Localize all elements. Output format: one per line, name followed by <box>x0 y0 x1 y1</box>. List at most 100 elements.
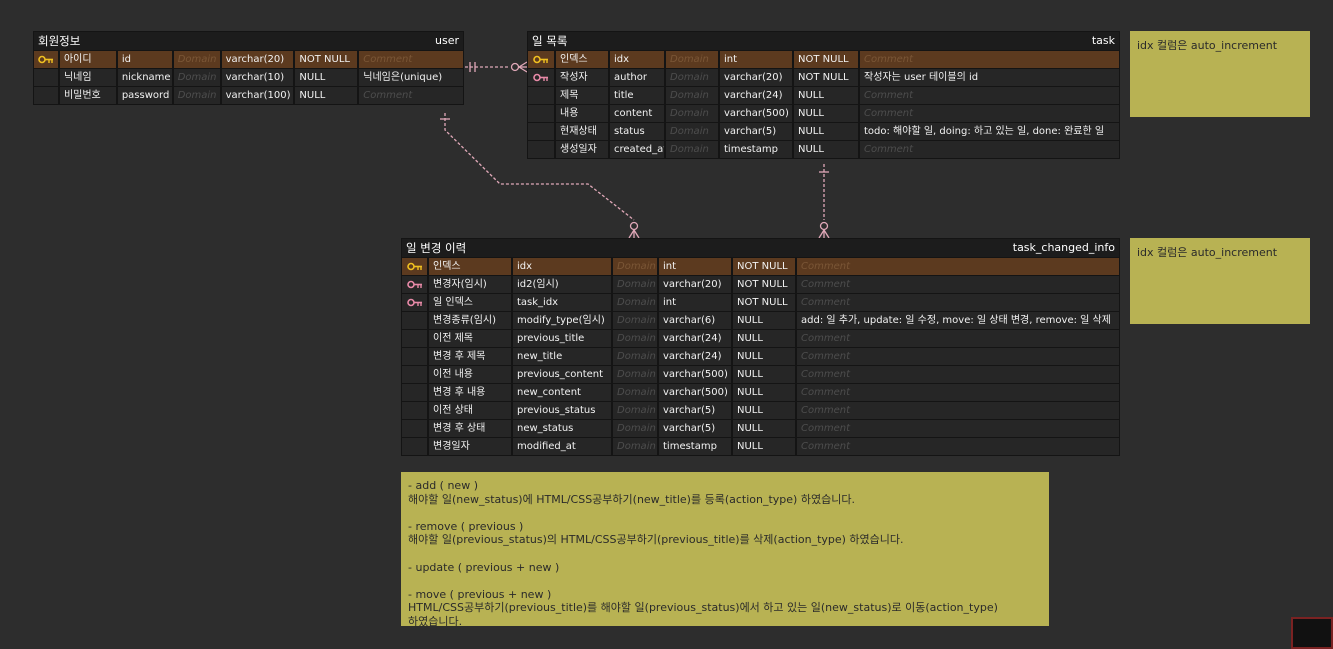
entity-columns: 인덱스 idx Domain int NOT NULL Comment 작성자 author D… <box>528 50 1119 158</box>
column-row[interactable]: 일 인덱스 task_idx Domain int NOT NULL Comment <box>402 293 1119 311</box>
column-key-cell <box>34 87 60 104</box>
column-key-cell <box>34 69 60 86</box>
column-row[interactable]: 이전 상태 previous_status Domain varchar(5) NULL… <box>402 401 1119 419</box>
column-key-cell <box>402 330 429 347</box>
column-row[interactable]: 내용 content Domain varchar(500) NULL Comment <box>528 104 1119 122</box>
column-row[interactable]: 변경일자 modified_at Domain timestamp NULL Commen… <box>402 437 1119 455</box>
column-comment: Comment <box>797 384 1119 401</box>
column-domain: Domain <box>173 69 222 86</box>
column-row[interactable]: 변경 후 제목 new_title Domain varchar(24) NULL Com… <box>402 347 1119 365</box>
memo-line <box>408 547 1042 561</box>
memo-line <box>408 574 1042 588</box>
column-row[interactable]: 변경종류(임시) modify_type(임시) Domain varchar(6) N… <box>402 311 1119 329</box>
column-data-type: varchar(100) <box>221 87 296 104</box>
column-data-type: timestamp <box>659 438 733 455</box>
pk-key-icon <box>533 55 548 64</box>
memo-line: - move ( previous + new ) <box>408 587 552 601</box>
column-data-type: varchar(5) <box>659 420 733 437</box>
column-key-cell <box>402 402 429 419</box>
column-key-cell <box>402 384 429 401</box>
column-comment: add: 일 추가, update: 일 수정, move: 일 상태 변경, … <box>797 312 1119 329</box>
column-physical-name: id <box>117 51 174 68</box>
column-nullable: NULL <box>794 87 860 104</box>
column-physical-name: new_status <box>513 420 613 437</box>
column-row[interactable]: 변경 후 내용 new_content Domain varchar(500) NULL… <box>402 383 1119 401</box>
column-comment: Comment <box>359 87 463 104</box>
column-row[interactable]: 비밀번호 password Domain varchar(100) NULL Commen… <box>34 86 463 104</box>
column-comment: Comment <box>860 105 1119 122</box>
column-domain: Domain <box>613 258 659 275</box>
relation-task-task-changed-info[interactable] <box>818 164 830 239</box>
column-domain: Domain <box>613 330 659 347</box>
entity-physical-name: task <box>1091 34 1115 47</box>
memo-history-idx-note[interactable]: idx 컬럼은 auto_increment <box>1130 238 1310 324</box>
column-data-type: varchar(500) <box>659 384 733 401</box>
relation-user-task[interactable] <box>465 61 528 73</box>
column-key-cell <box>402 258 429 275</box>
column-row[interactable]: 인덱스 idx Domain int NOT NULL Comment <box>528 50 1119 68</box>
entity-logical-name: 일 목록 <box>532 34 568 48</box>
entity-task[interactable]: 일 목록 task 인덱스 idx Domain int NOT NULL Comment… <box>527 31 1120 159</box>
column-logical-name: 현재상태 <box>556 123 610 140</box>
column-physical-name: idx <box>610 51 666 68</box>
column-logical-name: 변경 후 상태 <box>429 420 513 437</box>
column-key-cell <box>402 294 429 311</box>
column-nullable: NULL <box>733 330 797 347</box>
column-physical-name: author <box>610 69 666 86</box>
column-nullable: NULL <box>295 69 360 86</box>
entity-logical-name: 일 변경 이력 <box>406 241 467 255</box>
minimap[interactable] <box>1291 617 1333 649</box>
memo-action-notes[interactable]: - add ( new ) 해야할 일(new_status)에 HTML/CSS… <box>401 472 1049 628</box>
column-domain: Domain <box>666 69 720 86</box>
column-domain: Domain <box>173 51 222 68</box>
column-row[interactable]: 작성자 author Domain varchar(20) NOT NULL 작성자는 u… <box>528 68 1119 86</box>
column-nullable: NOT NULL <box>733 294 797 311</box>
column-domain: Domain <box>613 276 659 293</box>
column-domain: Domain <box>613 384 659 401</box>
entity-user[interactable]: 회원정보 user 아이디 id Domain varchar(20) NOT NULL… <box>33 31 464 105</box>
column-domain: Domain <box>666 105 720 122</box>
fk-key-icon <box>406 280 422 289</box>
column-nullable: NOT NULL <box>794 69 860 86</box>
column-logical-name: 제목 <box>556 87 610 104</box>
memo-task-idx-note[interactable]: idx 컬럼은 auto_increment <box>1130 31 1310 117</box>
column-key-cell <box>528 105 556 122</box>
column-key-cell <box>528 51 556 68</box>
column-logical-name: 이전 상태 <box>429 402 513 419</box>
entity-columns: 인덱스 idx Domain int NOT NULL Comment 변경자(임시) id2… <box>402 257 1119 455</box>
memo-line: - update ( previous + new ) <box>408 560 560 574</box>
column-key-cell <box>402 366 429 383</box>
column-row[interactable]: 변경 후 상태 new_status Domain varchar(5) NULL Com… <box>402 419 1119 437</box>
column-logical-name: 변경 후 내용 <box>429 384 513 401</box>
column-comment: Comment <box>797 366 1119 383</box>
pk-key-icon <box>406 262 422 271</box>
column-domain: Domain <box>666 87 720 104</box>
column-logical-name: 일 인덱스 <box>429 294 513 311</box>
column-row[interactable]: 제목 title Domain varchar(24) NULL Comment <box>528 86 1119 104</box>
column-row[interactable]: 닉네임 nickname Domain varchar(10) NULL 닉네임은(uni… <box>34 68 463 86</box>
column-comment: 닉네임은(unique) <box>359 69 463 86</box>
column-key-cell <box>402 312 429 329</box>
column-domain: Domain <box>613 402 659 419</box>
column-row[interactable]: 인덱스 idx Domain int NOT NULL Comment <box>402 257 1119 275</box>
column-nullable: NULL <box>295 87 360 104</box>
column-comment: Comment <box>797 348 1119 365</box>
entity-header[interactable]: 일 목록 task <box>528 32 1119 50</box>
column-data-type: int <box>659 294 733 311</box>
entity-header[interactable]: 회원정보 user <box>34 32 463 50</box>
column-data-type: varchar(5) <box>720 123 794 140</box>
entity-task-changed-info[interactable]: 일 변경 이력 task_changed_info 인덱스 idx Domain in… <box>401 238 1120 456</box>
column-row[interactable]: 아이디 id Domain varchar(20) NOT NULL Comment <box>34 50 463 68</box>
column-data-type: varchar(20) <box>720 69 794 86</box>
column-data-type: varchar(5) <box>659 402 733 419</box>
column-row[interactable]: 이전 내용 previous_content Domain varchar(500) N… <box>402 365 1119 383</box>
column-nullable: NOT NULL <box>794 51 860 68</box>
column-comment: Comment <box>359 51 463 68</box>
column-nullable: NULL <box>733 420 797 437</box>
column-domain: Domain <box>613 294 659 311</box>
entity-header[interactable]: 일 변경 이력 task_changed_info <box>402 239 1119 257</box>
column-row[interactable]: 변경자(임시) id2(임시) Domain varchar(20) NOT NULL C… <box>402 275 1119 293</box>
column-row[interactable]: 이전 제목 previous_title Domain varchar(24) NULL… <box>402 329 1119 347</box>
column-row[interactable]: 현재상태 status Domain varchar(5) NULL todo: 해야할 … <box>528 122 1119 140</box>
column-row[interactable]: 생성일자 created_at Domain timestamp NULL Comment <box>528 140 1119 158</box>
